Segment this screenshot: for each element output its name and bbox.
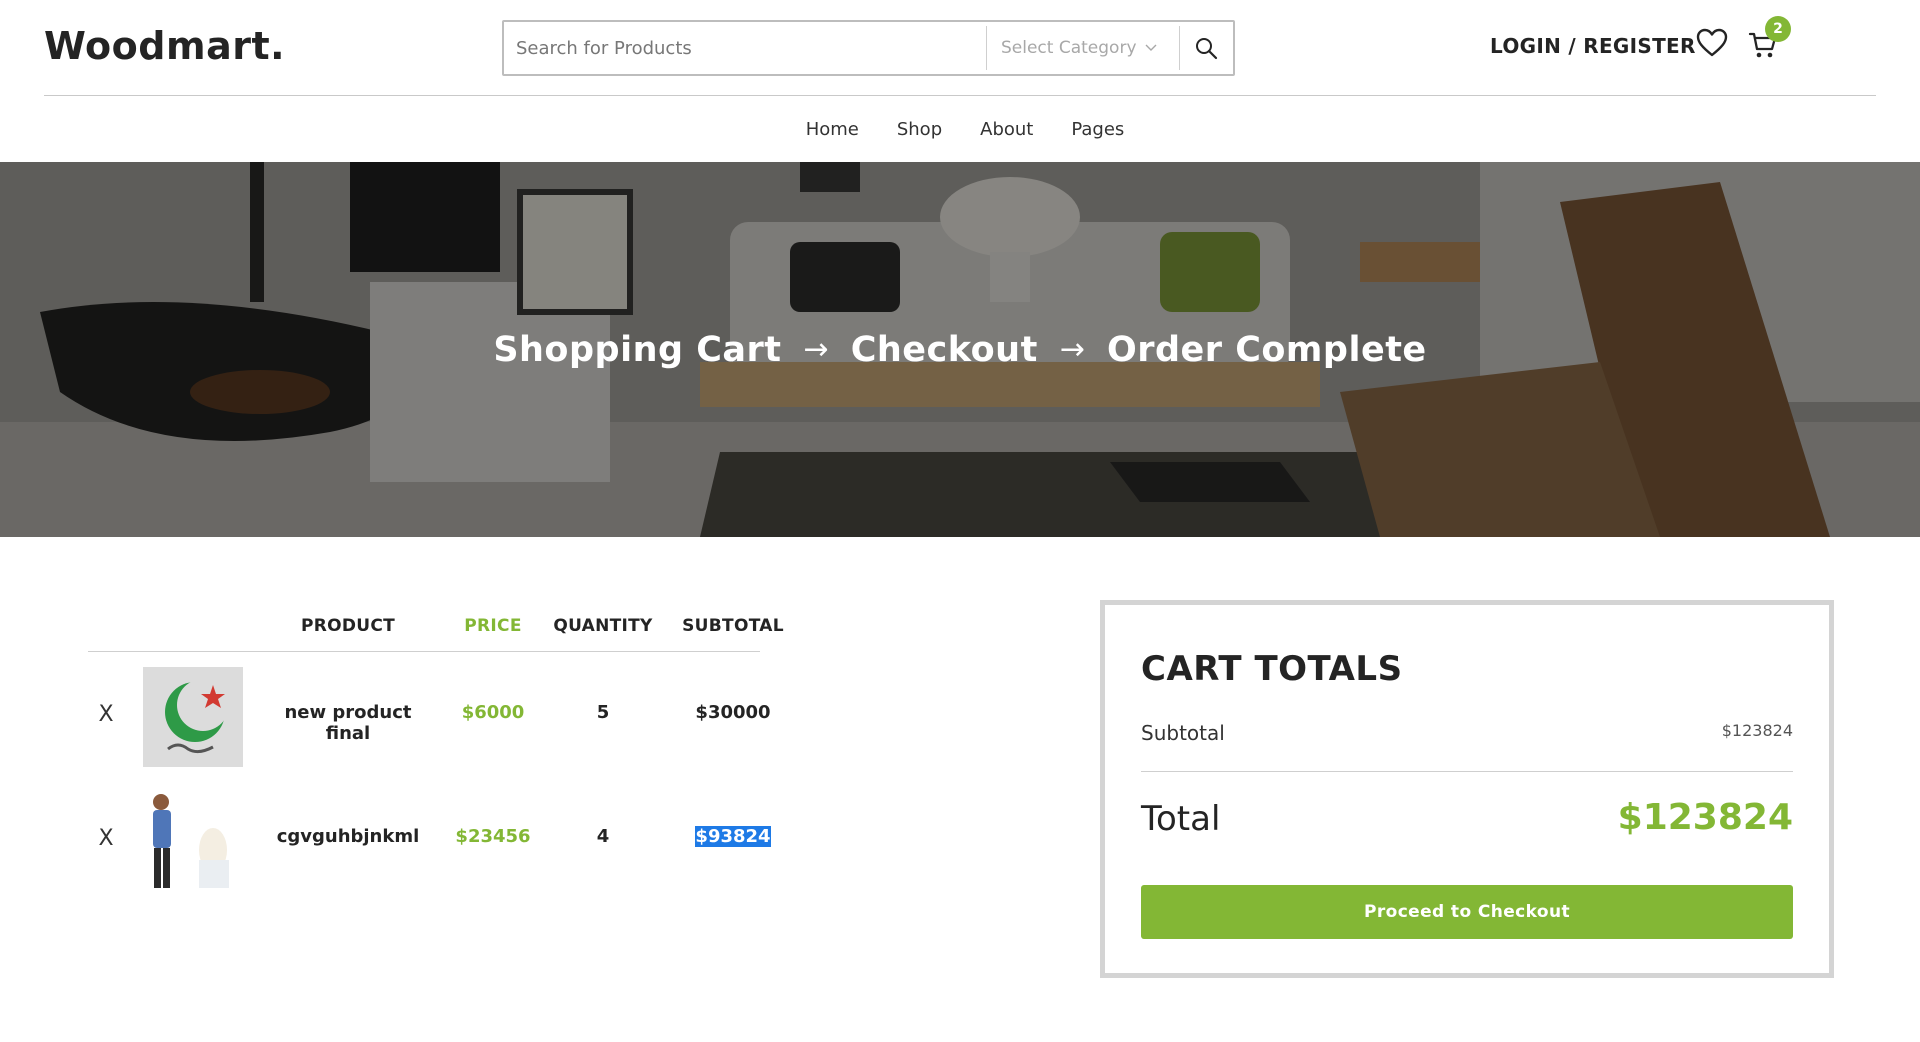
table-row: X new product final $6000 5 $30000 [88,652,771,778]
proceed-to-checkout-button[interactable]: Proceed to Checkout [1141,885,1793,939]
product-price: $6000 [461,702,525,723]
search-input[interactable] [504,22,986,74]
login-register-link[interactable]: LOGIN / REGISTER [1490,34,1696,58]
total-label: Total [1141,799,1221,839]
subtotal-value: $123824 [1721,721,1793,740]
product-subtotal: $93824 [695,826,771,847]
search-bar: Select Category [502,20,1235,76]
checkout-steps: Shopping Cart → Checkout → Order Complet… [0,162,1920,537]
column-header-price: PRICE [464,616,522,636]
table-row: X cgvguhbjnkml $23456 4 $93824 [88,778,771,904]
cart-totals-panel: CART TOTALS Subtotal $123824 Total $1238… [1100,600,1834,978]
site-header: Woodmart. Select Category LOGIN / REGIST… [0,0,1920,96]
person-figure-product-image [143,790,243,890]
heart-icon [1696,28,1728,57]
subtotal-label: Subtotal [1141,721,1225,745]
product-name[interactable]: cgvguhbjnkml [263,826,433,847]
crescent-star-product-image [143,667,243,767]
table-header: PRODUCT PRICE QUANTITY SUBTOTAL [88,600,784,652]
nav-item-pages[interactable]: Pages [1071,119,1124,140]
cart-table: PRODUCT PRICE QUANTITY SUBTOTAL X new pr… [88,600,784,904]
column-header-product: PRODUCT [300,616,396,636]
cart-count-badge: 2 [1765,16,1791,42]
arrow-right-icon: → [1059,332,1085,367]
product-subtotal: $30000 [695,702,771,723]
nav-item-home[interactable]: Home [806,119,859,140]
product-thumbnail[interactable] [143,667,243,767]
category-select[interactable]: Select Category [987,22,1179,74]
remove-item-button[interactable]: X [96,702,116,727]
main-nav: Home Shop About Pages [0,96,1920,162]
remove-item-button[interactable]: X [96,826,116,851]
search-button[interactable] [1180,22,1232,74]
product-name[interactable]: new product final [263,702,433,744]
product-thumbnail[interactable] [143,790,243,890]
wishlist-button[interactable] [1696,28,1730,62]
site-logo[interactable]: Woodmart. [44,24,285,68]
category-select-label: Select Category [1001,38,1137,58]
page-hero-banner: Shopping Cart → Checkout → Order Complet… [0,162,1920,537]
step-order-complete[interactable]: Order Complete [1107,330,1427,370]
product-price: $23456 [455,826,531,847]
chevron-down-icon [1145,41,1157,56]
nav-item-shop[interactable]: Shop [897,119,942,140]
step-shopping-cart[interactable]: Shopping Cart [493,330,781,370]
column-header-subtotal: SUBTOTAL [682,616,784,636]
arrow-right-icon: → [803,332,829,367]
step-checkout[interactable]: Checkout [851,330,1038,370]
search-icon [1196,38,1218,60]
product-subtotal-cell: $93824 [648,826,818,847]
total-value: $123824 [1617,797,1793,838]
cart-totals-title: CART TOTALS [1141,649,1403,689]
totals-divider [1141,771,1793,772]
nav-item-about[interactable]: About [980,119,1033,140]
